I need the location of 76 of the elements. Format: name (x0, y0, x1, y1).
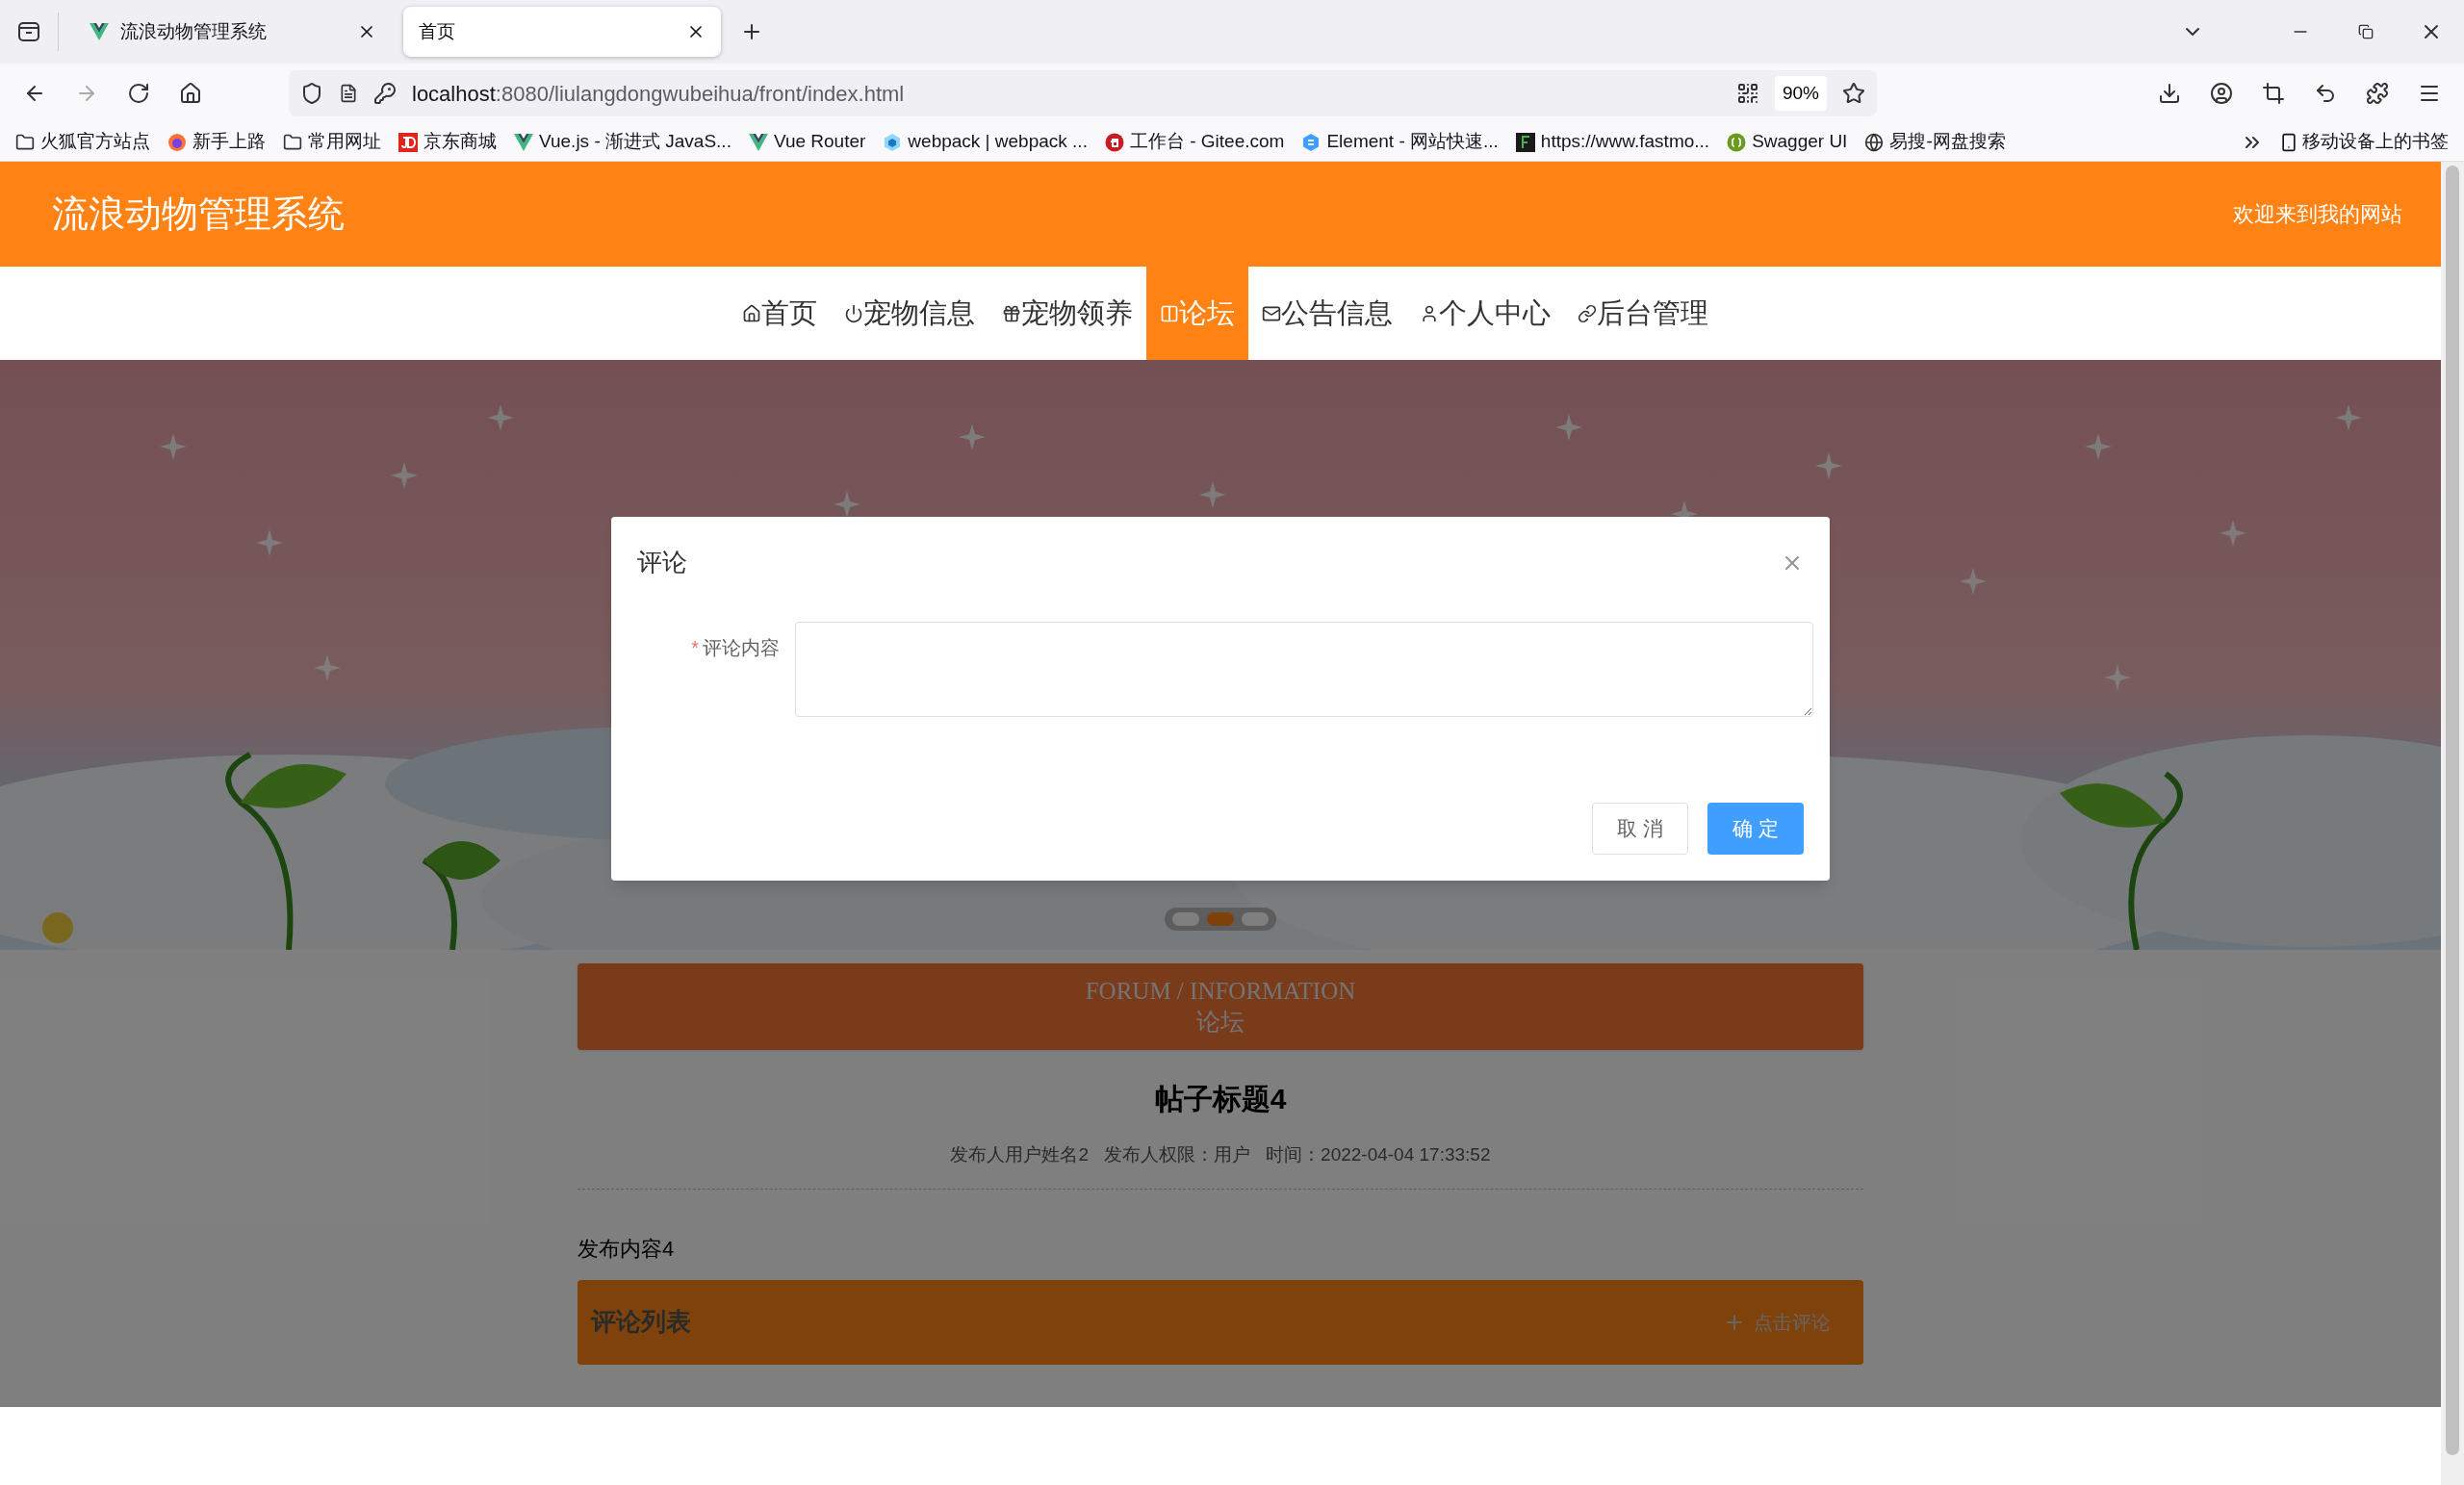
globe-icon (1864, 132, 1885, 152)
post-meta: 时间：2022-04-04 17:33:52 (1266, 1143, 1491, 1166)
dialog-title: 评论 (637, 547, 687, 578)
bookmark[interactable]: 工作台 - Gitee.com (1104, 128, 1285, 156)
qr-code-icon[interactable] (1735, 82, 1759, 105)
bookmark[interactable]: 常用网址 (283, 128, 381, 156)
phone-icon (2279, 132, 2298, 152)
field-label: 评论内容 (703, 636, 780, 660)
restore-icon[interactable] (2358, 24, 2374, 39)
bookmark[interactable]: 易搜-网盘搜索 (1864, 128, 2006, 156)
nav-item[interactable]: 后台管理 (1564, 267, 1722, 360)
bookmark[interactable]: Swagger UI (1727, 128, 1848, 156)
user-icon (1420, 303, 1439, 323)
folder-icon (15, 132, 35, 152)
zoom-level[interactable]: 90% (1774, 75, 1827, 112)
required-mark: * (691, 636, 699, 660)
power-icon (844, 303, 863, 323)
comment-field[interactable] (795, 622, 1813, 717)
vue-logo-icon (514, 133, 533, 151)
account-icon[interactable] (2210, 82, 2233, 105)
home-icon (742, 303, 761, 323)
jd-logo-icon (398, 132, 418, 152)
undo-icon[interactable] (2314, 82, 2337, 105)
terminal-icon (1515, 132, 1535, 152)
nav-item[interactable]: 宠物信息 (831, 267, 988, 360)
section-title-en: FORUM / INFORMATION (1085, 977, 1356, 1006)
cancel-button[interactable]: 取 消 (1592, 803, 1688, 855)
download-icon[interactable] (2158, 82, 2181, 105)
star-icon[interactable] (1842, 82, 1865, 105)
bookmark[interactable]: 火狐官方站点 (15, 128, 150, 156)
bookmark[interactable]: 京东商城 (398, 128, 497, 156)
bookmark[interactable]: Element - 网站快速... (1301, 128, 1499, 156)
welcome-text: 欢迎来到我的网站 (2233, 201, 2402, 228)
swagger-logo-icon (1727, 132, 1747, 152)
nav-item[interactable]: 公告信息 (1248, 267, 1406, 360)
browser-tab[interactable]: 流浪动物管理系统 (74, 7, 392, 57)
scrollbar[interactable] (2441, 162, 2464, 1485)
firefox-icon (167, 132, 187, 152)
bookmark[interactable]: Vue Router (748, 128, 866, 156)
nav-item[interactable]: 首页 (729, 267, 831, 360)
nav-item[interactable]: 宠物领养 (988, 267, 1146, 360)
post-content: 发布内容4 (578, 1235, 676, 1263)
site-title: 流浪动物管理系统 (52, 192, 345, 236)
cube-icon (883, 132, 903, 152)
section-title-zh: 论坛 (1196, 1008, 1245, 1037)
vue-logo-icon (90, 23, 109, 40)
bookmark[interactable]: Vue.js - 渐进式 JavaS... (514, 128, 732, 156)
tab-title: 首页 (419, 19, 456, 43)
post-title: 帖子标题4 (1153, 1082, 1288, 1116)
vue-logo-icon (748, 133, 768, 151)
home-icon[interactable] (179, 82, 202, 105)
gift-icon (1002, 303, 1021, 323)
tab-list-icon[interactable] (18, 22, 39, 41)
bookmark[interactable]: 新手上路 (167, 128, 266, 156)
browser-tab[interactable]: 首页 (403, 7, 721, 57)
key-icon[interactable] (373, 82, 397, 105)
page-icon[interactable] (339, 84, 358, 103)
post-meta: 发布人权限：用户 (1104, 1143, 1251, 1166)
extensions-icon[interactable] (2366, 82, 2389, 105)
link-icon (1578, 303, 1597, 323)
gitee-logo-icon (1104, 132, 1124, 152)
columns-icon (1160, 303, 1179, 323)
bookmark[interactable]: webpack | webpack ... (883, 128, 1088, 156)
address-bar[interactable]: localhost:8080/liulangdongwubeihua/front/index.html 90% (289, 70, 1877, 116)
folder-icon (283, 132, 302, 152)
nav-item[interactable]: 个人中心 (1406, 267, 1564, 360)
crop-icon[interactable] (2262, 82, 2285, 105)
bookmark[interactable]: https://www.fastmo... (1515, 128, 1710, 156)
bookmark[interactable]: 移动设备上的书签 (2279, 128, 2449, 156)
tab-title: 流浪动物管理系统 (120, 19, 268, 43)
shield-icon[interactable] (300, 82, 323, 105)
comments-title: 评论列表 (591, 1306, 691, 1338)
hexagon-icon (1301, 132, 1322, 152)
url-text: localhost:8080/liulangdongwubeihua/front/index.html (412, 80, 905, 108)
post-meta: 发布人用户姓名2 (950, 1143, 1090, 1166)
reload-icon[interactable] (127, 82, 150, 105)
